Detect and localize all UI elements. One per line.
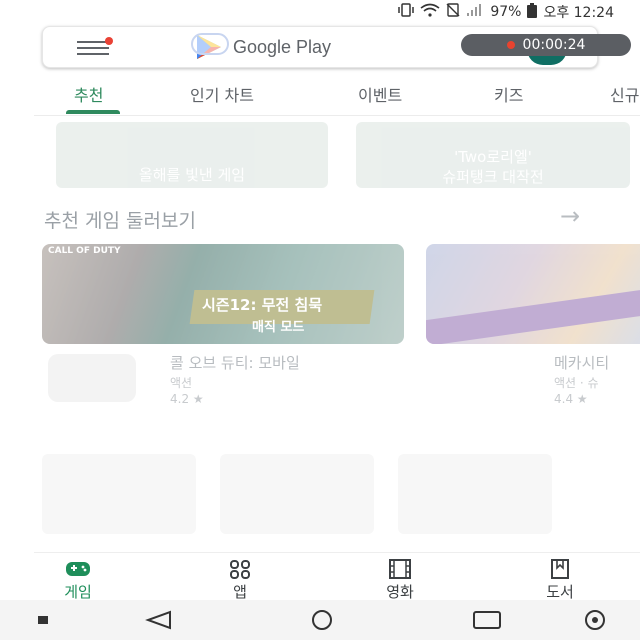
notification-dot [105, 37, 113, 45]
nav-games[interactable]: 게임 [38, 559, 118, 600]
promo-card-label-line1: 'Two로리엘' [454, 148, 532, 166]
status-bar: 97% 오후 12:24 [0, 0, 640, 22]
hamburger-menu-icon[interactable] [77, 37, 113, 57]
battery-icon [527, 2, 538, 22]
tab-events[interactable]: 이벤트 [358, 82, 402, 106]
nav-apps-label: 앱 [233, 583, 247, 600]
tab-top-charts[interactable]: 인기 차트 [190, 82, 254, 106]
tab-recommended[interactable]: 추천 [74, 82, 103, 106]
nav-books[interactable]: 도서 [520, 559, 600, 600]
loading-placeholder [398, 454, 552, 534]
recording-timer: 00:00:24 [522, 37, 586, 53]
system-navigation-bar [0, 600, 640, 640]
banner-subtitle: 매직 모드 [252, 320, 305, 335]
promo-card-supertank[interactable]: 'Two로리엘' 슈퍼탱크 대작전 [356, 122, 630, 188]
arrow-right-icon[interactable]: → [560, 202, 580, 230]
game-category: 액션 [170, 376, 193, 390]
game-category: 액션 · 슈 [554, 376, 599, 390]
battery-percent: 97% [490, 4, 522, 20]
nav-movies-label: 영화 [386, 583, 414, 600]
no-sim-icon [446, 3, 460, 21]
wifi-icon [420, 3, 440, 21]
nav-movies[interactable]: 영화 [360, 559, 440, 600]
tab-new[interactable]: 신규 [610, 82, 639, 106]
apps-grid-icon [230, 560, 250, 579]
section-title: 추천 게임 둘러보기 [44, 210, 196, 232]
promo-card-label: 올해를 빛낸 게임 [138, 166, 246, 184]
banner-title: 시즌12: 무전 침묵 [202, 296, 323, 314]
notification-dock-icon[interactable] [38, 616, 48, 624]
nav-apps[interactable]: 앱 [200, 559, 280, 600]
record-dot-icon [506, 41, 515, 49]
nav-games-label: 게임 [64, 583, 92, 600]
signal-icon [466, 3, 484, 21]
film-icon [389, 559, 411, 579]
banner-stripe [426, 287, 640, 344]
clock: 오후 12:24 [543, 5, 614, 21]
recent-apps-icon[interactable] [472, 610, 502, 630]
google-play-logo: Google Play [191, 33, 332, 61]
home-icon[interactable] [306, 610, 338, 630]
tab-kids[interactable]: 키즈 [494, 82, 523, 106]
game-logo-text: CALL OF DUTY [48, 246, 121, 256]
promo-card-games-of-year[interactable]: 올해를 빛낸 게임 [56, 122, 328, 188]
active-tab-indicator [66, 110, 120, 114]
loading-placeholder [42, 454, 196, 534]
screen-record-icon[interactable] [580, 610, 610, 630]
app-name: Google Play [233, 36, 332, 57]
game-title[interactable]: 콜 오브 듀티: 모바일 [170, 352, 300, 373]
gamepad-icon [66, 562, 90, 576]
touch-indicator [191, 33, 229, 55]
book-icon [551, 559, 569, 579]
game-banner-call-of-duty[interactable]: CALL OF DUTY 시즌12: 무전 침묵 매직 모드 [42, 244, 404, 344]
loading-placeholder [220, 454, 374, 534]
nav-books-label: 도서 [546, 583, 574, 600]
play-store-app: Google Play 00:00:24 추천 인기 차트 이벤트 키즈 신규 … [34, 22, 640, 600]
recording-indicator: 00:00:24 [461, 34, 631, 56]
search-bar[interactable]: Google Play 00:00:24 [42, 26, 631, 68]
promo-card-label-line2: 슈퍼탱크 대작전 [442, 168, 544, 186]
game-title[interactable]: 메카시티 [554, 352, 609, 373]
back-icon[interactable] [144, 610, 172, 630]
game-banner-mecha-city[interactable] [426, 244, 640, 344]
game-icon[interactable] [48, 354, 136, 402]
vibrate-icon [398, 3, 415, 21]
category-tabs: 추천 인기 차트 이벤트 키즈 신규 [34, 74, 640, 116]
bottom-navigation: 게임 앱 영화 도서 [34, 552, 640, 600]
game-rating: 4.4 ★ [554, 392, 588, 406]
game-rating: 4.2 ★ [170, 392, 204, 406]
